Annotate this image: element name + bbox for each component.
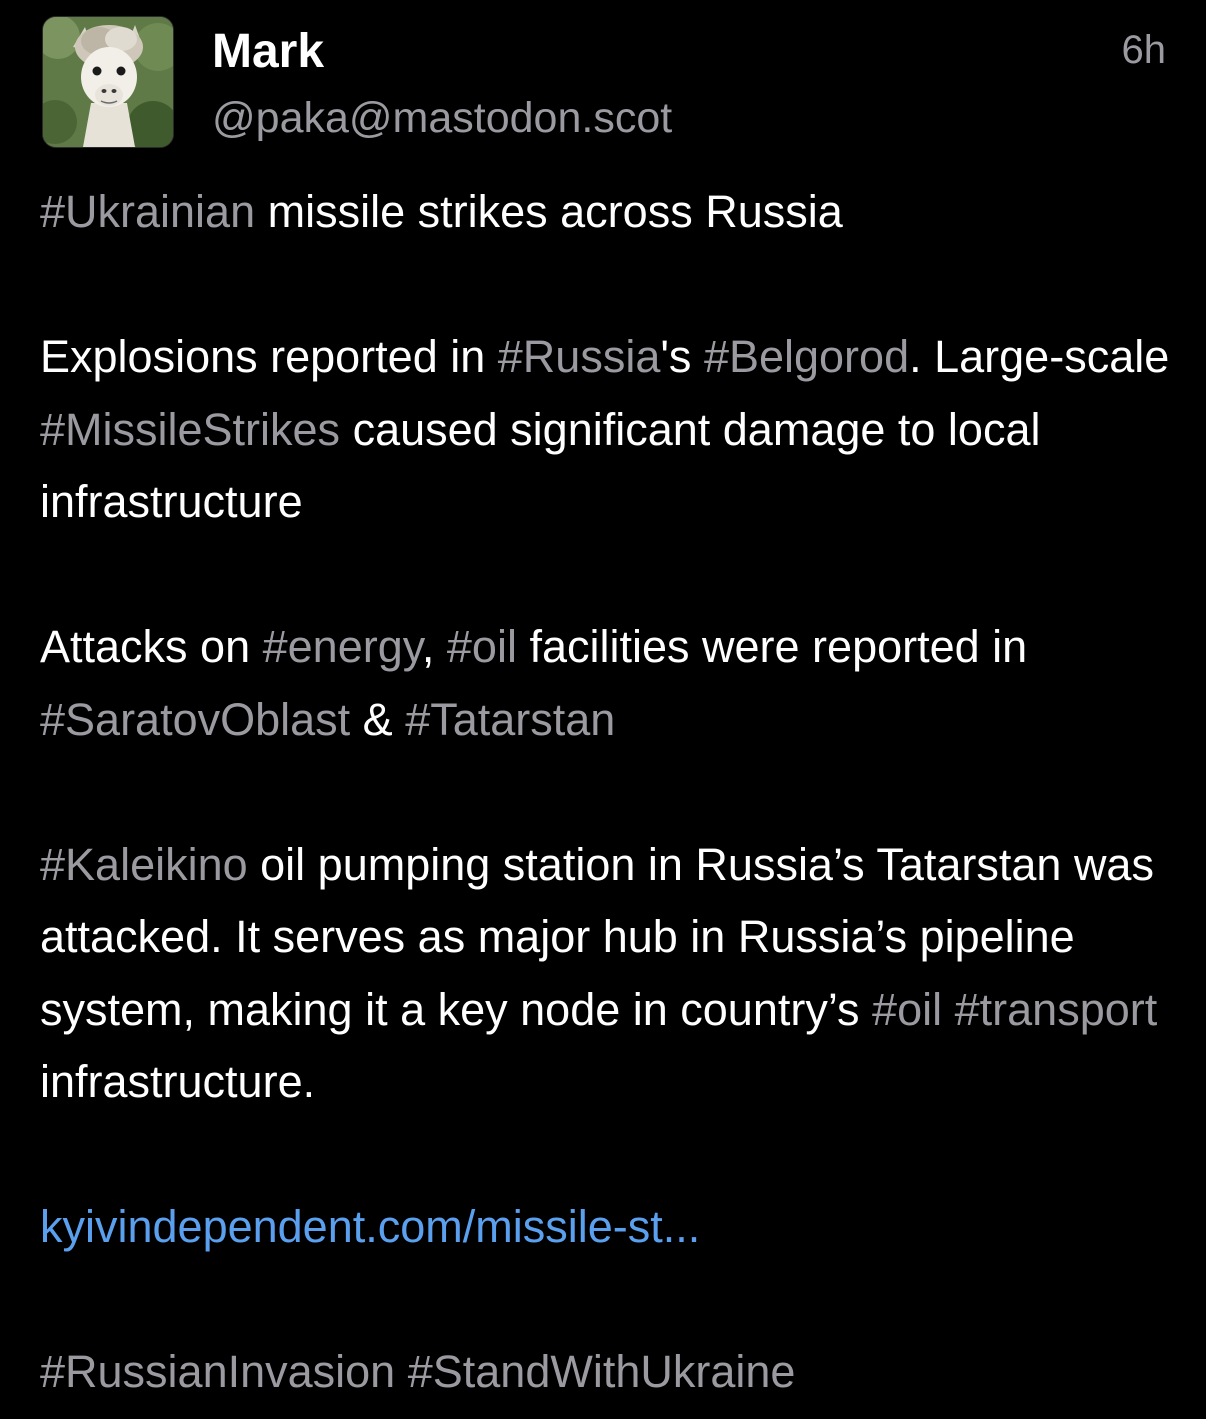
- author-name[interactable]: Mark: [212, 24, 324, 80]
- hashtag-russia[interactable]: #Russia: [498, 331, 661, 382]
- hashtag-oil[interactable]: #oil: [872, 984, 942, 1035]
- author-handle[interactable]: @paka@mastodon.scot: [212, 92, 672, 144]
- text: 's: [660, 331, 704, 382]
- post-content: #Ukrainian missile strikes across Russia…: [40, 176, 1170, 1409]
- paragraph-1: #Ukrainian missile strikes across Russia: [40, 176, 1170, 249]
- post-timestamp: 6h: [1121, 28, 1167, 72]
- hashtag-kaleikino[interactable]: #Kaleikino: [40, 839, 248, 890]
- text: facilities were reported in: [516, 621, 1028, 672]
- hashtag-energy[interactable]: #energy: [263, 621, 422, 672]
- text: missile strikes across Russia: [255, 186, 843, 237]
- hashtag-missilestrikes[interactable]: #MissileStrikes: [40, 404, 340, 455]
- text: Explosions reported in: [40, 331, 498, 382]
- hashtag-saratovoblast[interactable]: #SaratovOblast: [40, 694, 350, 745]
- hashtag-oil[interactable]: #oil: [447, 621, 517, 672]
- text: [395, 1346, 408, 1397]
- text: Attacks on: [40, 621, 263, 672]
- text: infrastructure.: [40, 1056, 316, 1107]
- paragraph-5: kyivindependent.com/missile-st...: [40, 1191, 1170, 1264]
- text: ,: [421, 621, 447, 672]
- paragraph-3: Attacks on #energy, #oil facilities were…: [40, 611, 1170, 756]
- hashtag-russianinvasion[interactable]: #RussianInvasion: [40, 1346, 395, 1397]
- text: &: [350, 693, 406, 745]
- paragraph-6: #RussianInvasion #StandWithUkraine: [40, 1336, 1170, 1409]
- hashtag-ukrainian[interactable]: #Ukrainian: [40, 186, 255, 237]
- hashtag-belgorod[interactable]: #Belgorod: [704, 331, 909, 382]
- alpaca-avatar-icon: [43, 17, 173, 147]
- avatar[interactable]: [42, 16, 174, 148]
- hashtag-transport[interactable]: #transport: [955, 984, 1158, 1035]
- text: . Large-scale: [909, 331, 1170, 382]
- hashtag-standwithukraine[interactable]: #StandWithUkraine: [408, 1346, 796, 1397]
- paragraph-4: #Kaleikino oil pumping station in Russia…: [40, 829, 1170, 1119]
- hashtag-tatarstan[interactable]: #Tatarstan: [405, 694, 615, 745]
- article-link[interactable]: kyivindependent.com/missile-st...: [40, 1201, 700, 1252]
- paragraph-2: Explosions reported in #Russia's #Belgor…: [40, 321, 1170, 539]
- text: [942, 984, 955, 1035]
- post-card[interactable]: Mark @paka@mastodon.scot 6h #Ukrainian m…: [0, 0, 1206, 1419]
